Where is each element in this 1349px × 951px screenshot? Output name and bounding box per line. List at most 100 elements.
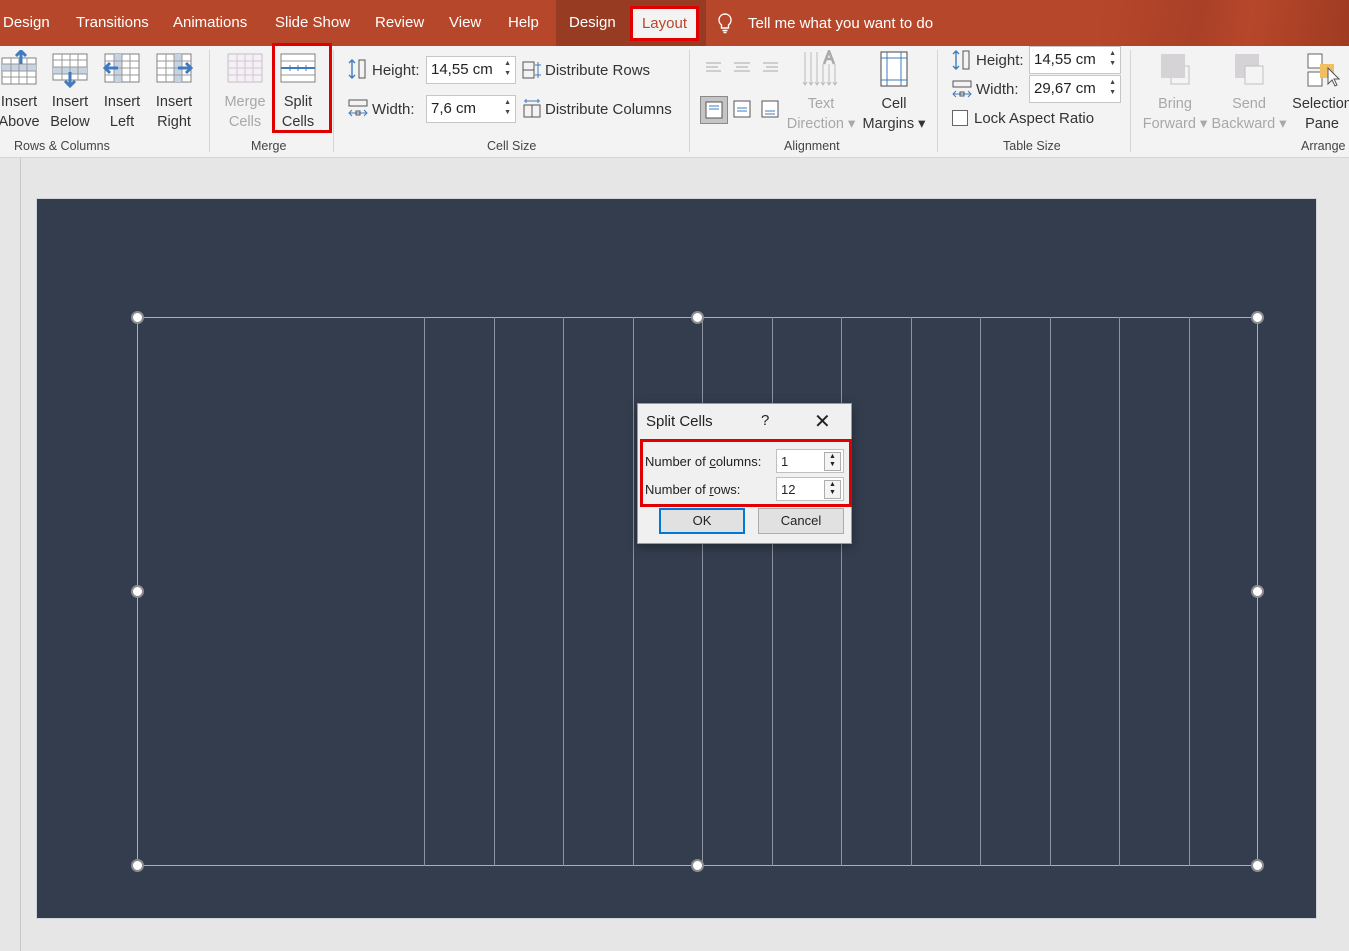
lock-aspect-ratio-checkbox[interactable] <box>952 110 968 126</box>
distribute-columns-icon <box>523 99 541 118</box>
table-height-icon <box>952 50 970 70</box>
table-width-input[interactable]: 29,67 cm ▲ ▼ <box>1029 75 1121 103</box>
selection-pane-button[interactable]: Selection Pane <box>1290 50 1349 134</box>
insert-above-label: Insert Above <box>0 94 40 130</box>
send-backward-icon <box>1235 54 1264 85</box>
merge-cells-icon <box>227 53 263 83</box>
group-label-table-size: Table Size <box>1003 139 1061 153</box>
align-bottom-icon[interactable] <box>761 100 779 118</box>
group-label-merge: Merge <box>251 139 287 153</box>
cell-height-label: Height: <box>372 62 420 79</box>
bring-forward-icon <box>1161 54 1190 85</box>
bring-forward-button[interactable]: Bring Forward ▾ <box>1140 50 1210 134</box>
text-direction-label: Text Direction ▾ <box>786 96 856 132</box>
cell-margins-button[interactable]: Cell Margins ▾ <box>860 50 928 134</box>
resize-handle-bottom[interactable] <box>691 859 704 872</box>
ribbon-tab-bar: Design Transitions Animations Slide Show… <box>0 0 1349 46</box>
tab-animations[interactable]: Animations <box>173 14 247 31</box>
merge-cells-label: Merge Cells <box>224 94 266 130</box>
table-column-line[interactable] <box>980 317 981 866</box>
table-width-icon <box>952 80 972 98</box>
cell-height-input[interactable]: 14,55 cm ▲ ▼ <box>426 56 516 84</box>
insert-below-label: Insert Below <box>50 94 90 130</box>
close-icon[interactable]: ✕ <box>814 409 831 434</box>
resize-handle-top-left[interactable] <box>131 311 144 324</box>
tab-help[interactable]: Help <box>508 14 539 31</box>
group-separator <box>209 50 210 152</box>
dialog-title: Split Cells <box>646 413 713 430</box>
tab-transitions[interactable]: Transitions <box>76 14 149 31</box>
table-width-label: Width: <box>976 81 1019 98</box>
send-backward-label: Send Backward ▾ <box>1211 96 1287 132</box>
tab-design[interactable]: Design <box>3 14 50 31</box>
column-width-icon <box>348 99 368 117</box>
table-frame[interactable] <box>137 317 1258 866</box>
ok-button[interactable]: OK <box>659 508 745 534</box>
group-label-arrange: Arrange <box>1301 139 1346 153</box>
spin-arrows-icon[interactable]: ▲ ▼ <box>504 98 511 118</box>
insert-above-icon <box>1 50 37 85</box>
spin-arrows-icon[interactable]: ▲ ▼ <box>504 59 511 79</box>
table-column-line[interactable] <box>702 317 703 866</box>
table-column-line[interactable] <box>1189 317 1190 866</box>
resize-handle-top[interactable] <box>691 311 704 324</box>
distribute-rows-button[interactable]: Distribute Rows <box>545 62 650 79</box>
resize-handle-bottom-right[interactable] <box>1251 859 1264 872</box>
cell-width-input[interactable]: 7,6 cm ▲ ▼ <box>426 95 516 123</box>
align-top-icon <box>705 101 723 119</box>
table-column-line[interactable] <box>563 317 564 866</box>
tab-table-design[interactable]: Design <box>569 14 616 31</box>
insert-below-button[interactable]: Insert Below <box>48 50 92 132</box>
align-left-icon[interactable] <box>705 62 723 74</box>
table-column-line[interactable] <box>1050 317 1051 866</box>
text-direction-button[interactable]: Text Direction ▾ <box>786 50 856 134</box>
align-center-icon[interactable] <box>733 62 751 74</box>
text-direction-icon <box>802 50 838 86</box>
align-middle-icon[interactable] <box>733 100 751 118</box>
align-top-button[interactable] <box>700 96 728 124</box>
distribute-columns-button[interactable]: Distribute Columns <box>545 101 672 118</box>
group-label-alignment: Alignment <box>784 139 840 153</box>
tab-view[interactable]: View <box>449 14 481 31</box>
table-column-line[interactable] <box>841 317 842 866</box>
row-height-icon <box>348 59 366 79</box>
tab-review[interactable]: Review <box>375 14 424 31</box>
table-column-line[interactable] <box>494 317 495 866</box>
table-column-line[interactable] <box>1119 317 1120 866</box>
send-backward-button[interactable]: Send Backward ▾ <box>1210 50 1288 134</box>
spin-arrows-icon[interactable]: ▲ ▼ <box>1109 49 1116 69</box>
resize-handle-bottom-left[interactable] <box>131 859 144 872</box>
help-icon[interactable]: ? <box>761 412 769 429</box>
table-column-line[interactable] <box>633 317 634 866</box>
insert-right-button[interactable]: Insert Right <box>152 50 196 132</box>
merge-cells-button[interactable]: Merge Cells <box>222 50 268 132</box>
insert-right-icon <box>156 53 194 83</box>
split-cells-dialog: Split Cells ? ✕ Number of columns: 1 ▲ ▼ N… <box>637 403 852 544</box>
table-column-line[interactable] <box>911 317 912 866</box>
group-separator <box>1130 50 1131 152</box>
insert-above-button[interactable]: Insert Above <box>0 50 42 132</box>
spin-arrows-icon[interactable]: ▲ ▼ <box>1109 78 1116 98</box>
table-column-line[interactable] <box>772 317 773 866</box>
table-height-label: Height: <box>976 52 1024 69</box>
cell-margins-icon <box>880 51 908 87</box>
resize-handle-top-right[interactable] <box>1251 311 1264 324</box>
table-height-input[interactable]: 14,55 cm ▲ ▼ <box>1029 46 1121 74</box>
insert-right-label: Insert Right <box>155 94 193 130</box>
tab-table-layout[interactable]: Layout <box>630 6 699 41</box>
align-right-icon[interactable] <box>761 62 779 74</box>
group-separator <box>689 50 690 152</box>
tab-slide-show[interactable]: Slide Show <box>275 14 350 31</box>
split-cells-highlight <box>272 43 332 133</box>
bring-forward-label: Bring Forward ▾ <box>1142 96 1208 132</box>
insert-left-button[interactable]: Insert Left <box>100 50 144 132</box>
resize-handle-left[interactable] <box>131 585 144 598</box>
lock-aspect-ratio-label[interactable]: Lock Aspect Ratio <box>974 110 1094 127</box>
tell-me-search[interactable]: Tell me what you want to do <box>716 12 933 34</box>
group-separator <box>937 50 938 152</box>
group-label-rows-columns: Rows & Columns <box>14 139 110 153</box>
cell-width-label: Width: <box>372 101 415 118</box>
table-column-line[interactable] <box>424 317 425 866</box>
resize-handle-right[interactable] <box>1251 585 1264 598</box>
cancel-button[interactable]: Cancel <box>758 508 844 534</box>
